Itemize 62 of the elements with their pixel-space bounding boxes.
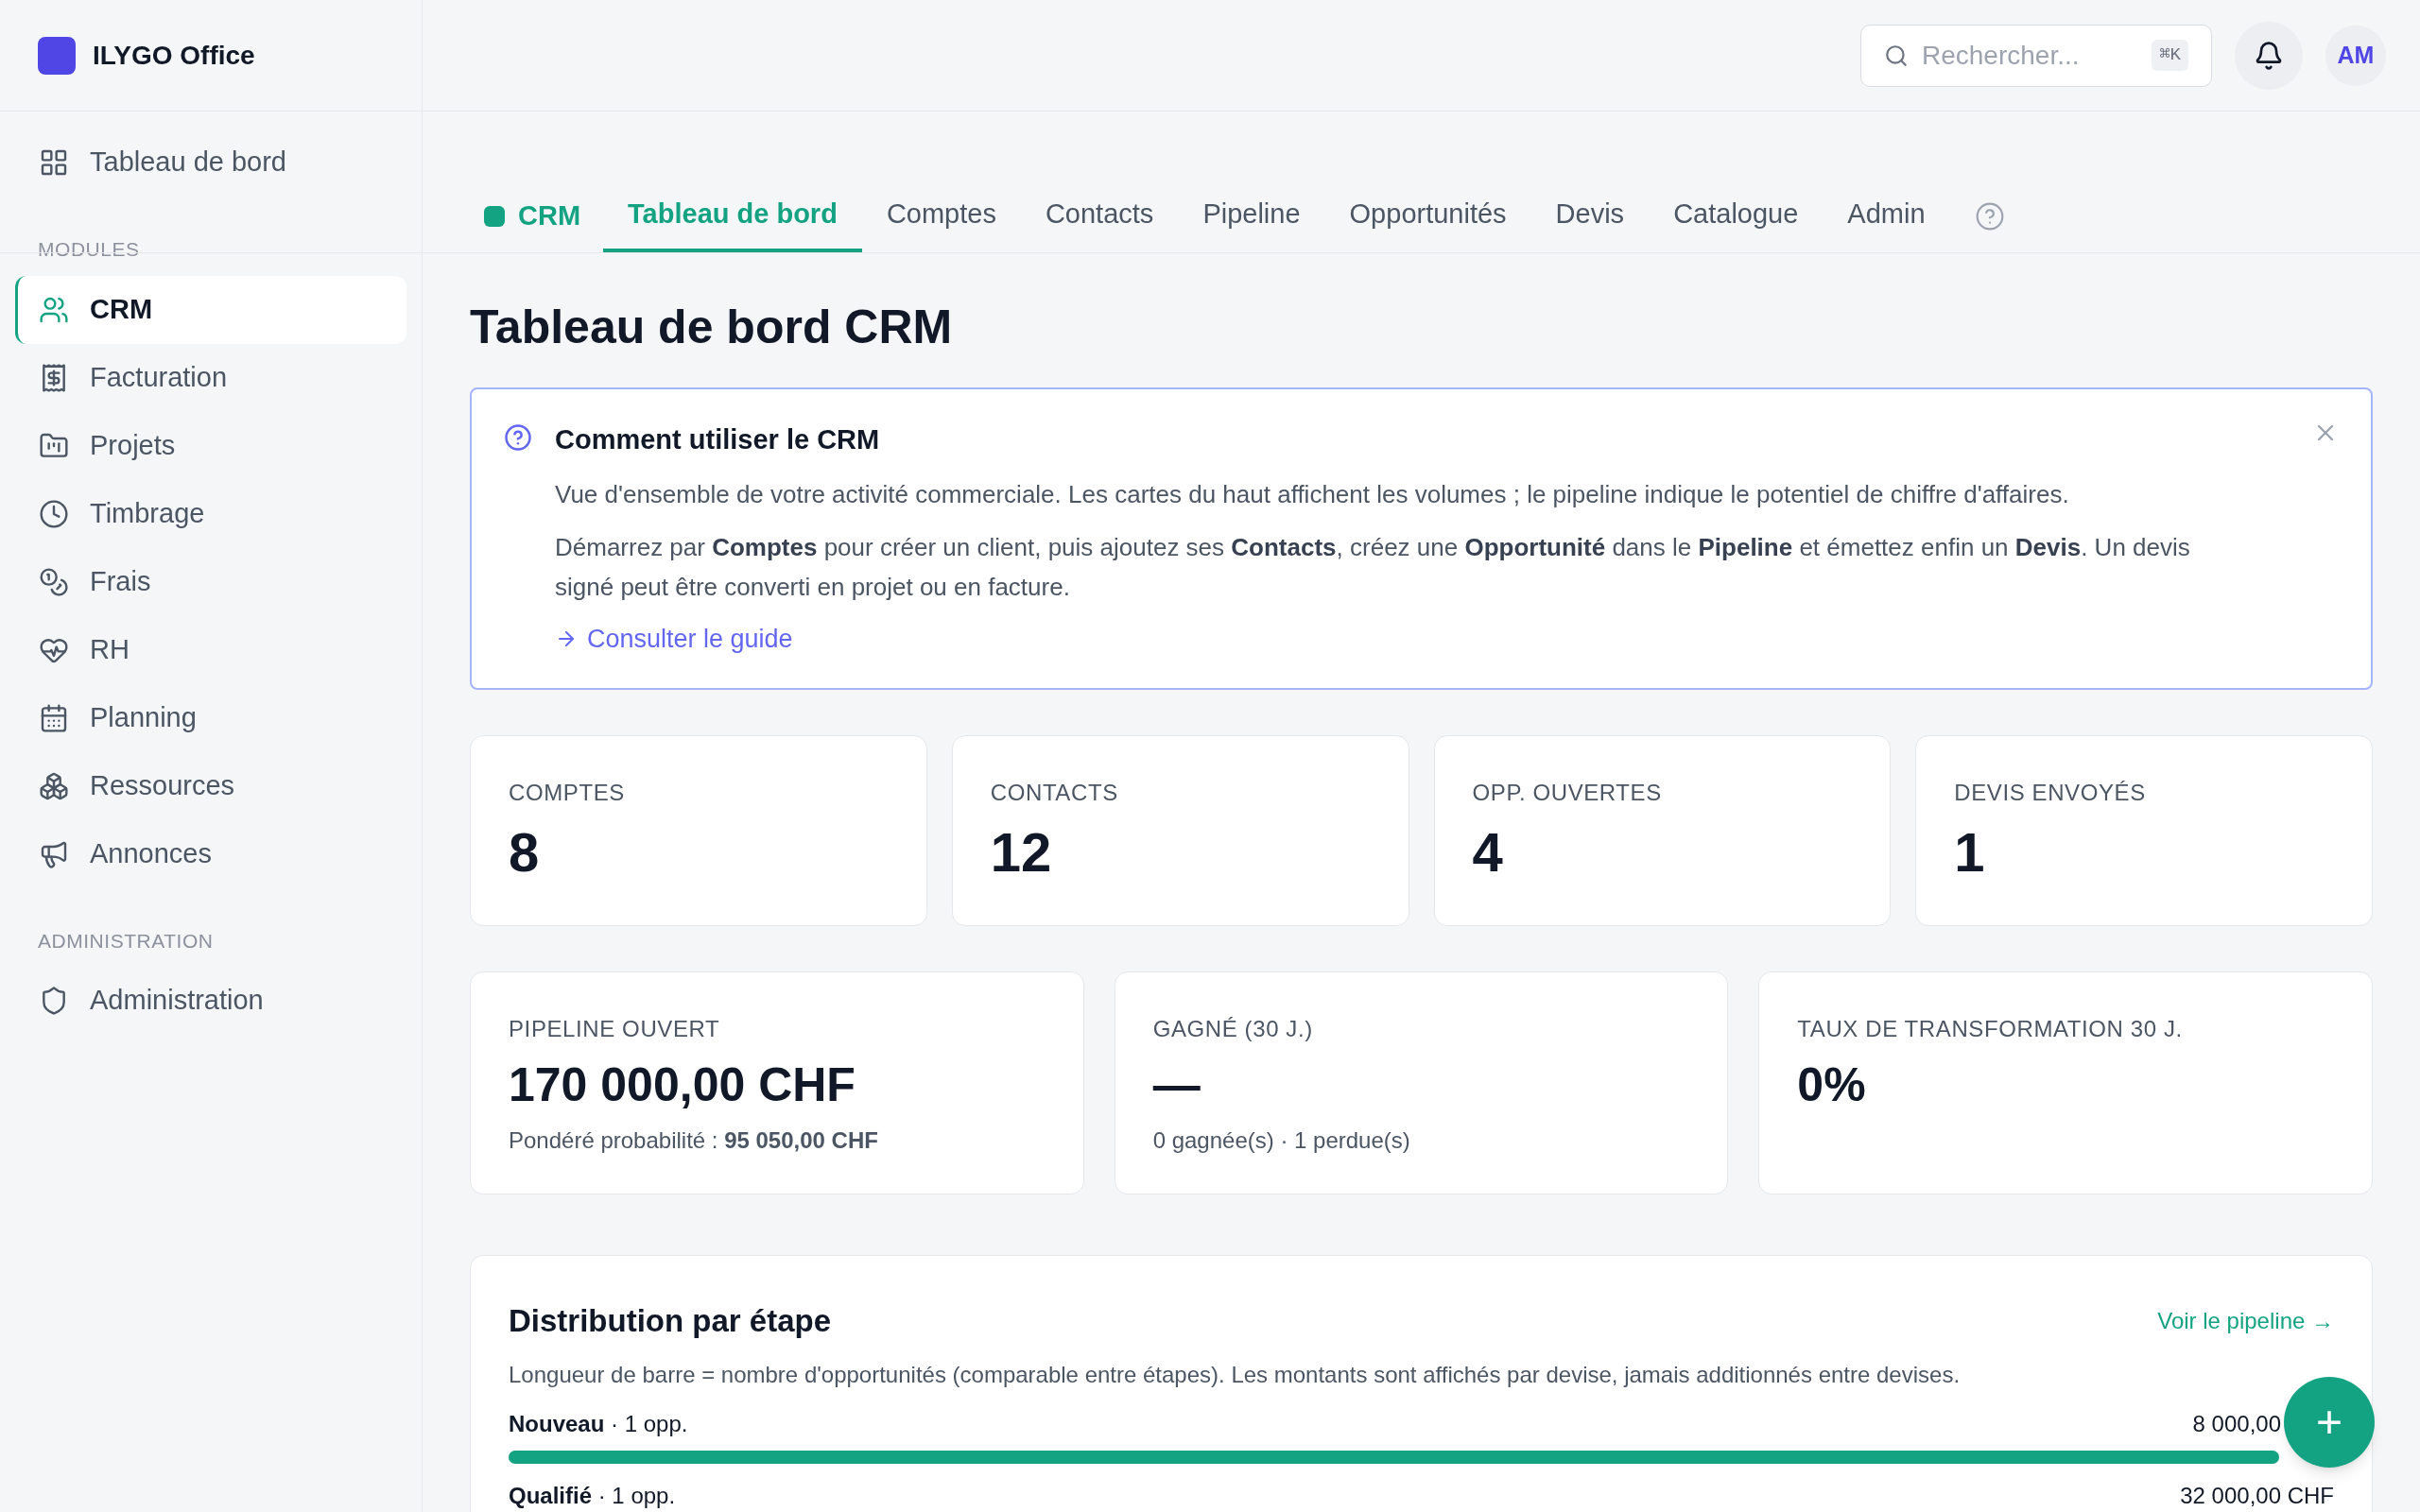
tab[interactable]: Opportunités [1324,180,1531,252]
search-icon [1884,43,1909,68]
sidebar-item[interactable]: Projets [15,411,406,480]
tab[interactable]: Contacts [1020,180,1179,252]
sidebar-item[interactable]: Tableau de bord [15,129,406,197]
sidebar-item[interactable]: RH [15,615,406,684]
boxes-icon [39,770,69,801]
module-label: CRM [518,198,581,232]
info-title: Comment utiliser le CRM [555,423,881,456]
stat-value: 4 [1472,820,1504,885]
sidebar-item[interactable]: Annonces [15,819,406,888]
stat-label: CONTACTS [990,779,1119,807]
stage-label: Qualifié · 1 opp. [509,1481,676,1510]
info-text: Vue d'ensemble de votre activité commerciale. Les cartes du haut affichent les volumes ; le pipeline indique le potentiel de chiffre d'affaires. [555,478,2070,510]
stat-label: DEVIS ENVOYÉS [1954,779,2147,807]
shortcut-key: ⌘K [2152,40,2188,71]
search-field[interactable]: Rechercher... ⌘K [1860,24,2212,87]
kpi-label: TAUX DE TRANSFORMATION 30 J. [1797,1015,2184,1043]
stage-label: Nouveau · 1 opp. [509,1409,688,1438]
coins-icon [39,566,69,597]
stage-amount: 32 000,00 CHF [2180,1481,2334,1510]
sidebar-item[interactable]: Planning [15,683,406,752]
guide-link[interactable]: Consulter le guide [555,619,2290,658]
grid-icon [39,147,69,178]
tab[interactable]: Catalogue [1649,180,1824,252]
info-text: Démarrez par Comptes pour créer un client, puis ajoutez ses Contacts, créez une Opportunité dans le Pipeline et émettez enfin un Devis. Un devis signé peut être converti en projet ou en facture. [555,531,2191,603]
help-icon [504,423,532,452]
stat-label: OPP. OUVERTES [1472,779,1663,807]
brand-name: ILYGO Office [93,39,255,72]
sidebar-item[interactable]: Ressources [15,751,406,820]
stat-value: 1 [1954,820,1986,885]
tab[interactable]: Comptes [861,180,1021,252]
sidebar-item[interactable]: CRM [15,275,406,344]
kpi-value: 0% [1797,1057,1867,1113]
kpi-note: Pondéré probabilité : 95 050,00 CHF [509,1126,879,1155]
user-avatar[interactable]: AM [2325,25,2386,86]
kpi-note: 0 gagnée(s) · 1 perdue(s) [1152,1126,1411,1155]
section-title: Distribution par étape [509,1302,832,1340]
tab[interactable]: Admin [1823,180,1950,252]
section-description: Longueur de barre = nombre d'opportunités (comparable entre étapes). Les montants sont affichés par devise, jamais additionnés entre devises. [509,1360,1962,1389]
sidebar-item[interactable]: Frais [15,547,406,616]
calendar-icon [39,702,69,733]
kpi-value: — [1152,1057,1201,1113]
bell-icon [2254,40,2284,71]
stat-value: 12 [990,820,1053,885]
kpi-label: PIPELINE OUVERT [509,1015,721,1043]
help-icon[interactable] [1974,200,2005,232]
stage-amount: 8 000,00 [2192,1409,2281,1438]
sidebar-item[interactable]: Timbrage [15,479,406,548]
stat-label: COMPTES [509,779,626,807]
sidebar-item[interactable]: Facturation [15,343,406,412]
tab[interactable]: Devis [1530,180,1650,252]
stat-value: 8 [509,820,541,885]
clock-icon [39,498,69,529]
sidebar-item[interactable]: Administration [15,967,406,1035]
kpi-label: GAGNÉ (30 J.) [1152,1015,1314,1043]
section-label: ADMINISTRATION [37,928,215,954]
search-input[interactable]: Rechercher... [1922,35,2139,76]
kpi-value: 170 000,00 CHF [509,1057,856,1113]
tab[interactable]: Pipeline [1178,180,1325,252]
page-title: Tableau de bord CRM [470,300,954,355]
logo-icon [38,36,76,75]
